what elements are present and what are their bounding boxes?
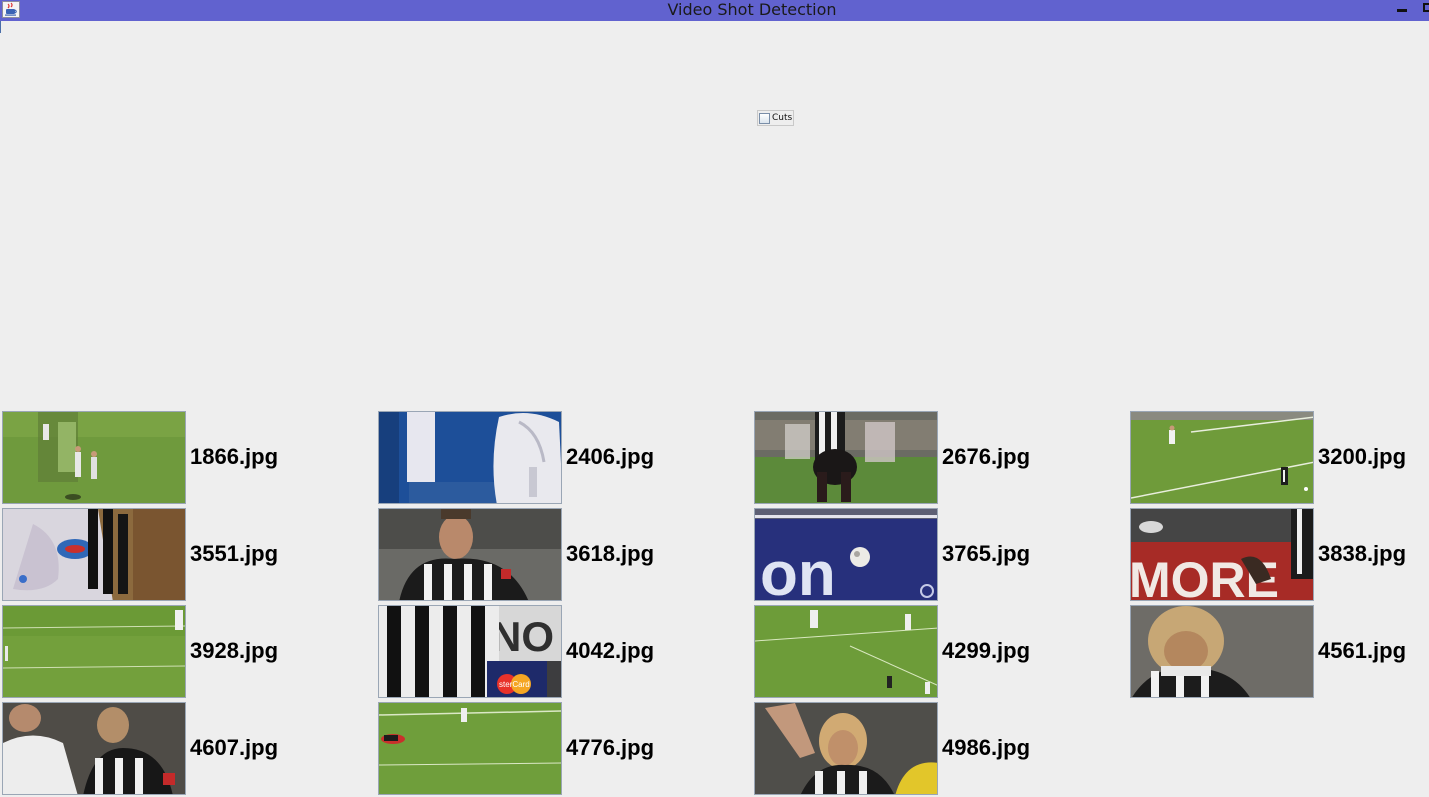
thumbnail-item[interactable]: 3618.jpg	[378, 508, 754, 605]
checkbox-box[interactable]	[759, 112, 770, 124]
thumbnail-label: 2406.jpg	[566, 444, 655, 469]
thumbnail-image[interactable]	[2, 605, 186, 698]
window-title: Video Shot Detection	[667, 0, 837, 19]
thumbnail-image[interactable]	[378, 702, 562, 795]
svg-text:sterCard: sterCard	[499, 680, 530, 689]
thumbnail-image[interactable]	[2, 508, 186, 601]
thumbnail-item[interactable]: 4299.jpg	[754, 605, 1130, 702]
svg-text:NO: NO	[491, 613, 554, 660]
thumbnail-image[interactable]	[754, 605, 938, 698]
thumbnail-image[interactable]	[1130, 411, 1314, 504]
app-window: Video Shot Detection Cuts 1866.jpg 2406.…	[0, 0, 1429, 797]
thumbnail-image[interactable]	[2, 702, 186, 795]
thumbnail-label: 3838.jpg	[1318, 541, 1407, 566]
thumbnail-item[interactable]: 4986.jpg	[754, 702, 1130, 797]
thumbnail-label: 4776.jpg	[566, 735, 655, 760]
title-bar[interactable]: Video Shot Detection	[0, 0, 1429, 21]
thumbnail-label: 3618.jpg	[566, 541, 655, 566]
thumbnail-image[interactable]: MORE	[1130, 508, 1314, 601]
thumbnail-item[interactable]: NO sterCard 4042.jpg	[378, 605, 754, 702]
thumbnail-item[interactable]: 4561.jpg	[1130, 605, 1429, 702]
thumbnail-image[interactable]	[754, 411, 938, 504]
cuts-label: Cuts	[772, 113, 793, 123]
svg-text:on: on	[760, 540, 836, 601]
thumbnail-label: 1866.jpg	[190, 444, 279, 469]
thumbnail-label: 4299.jpg	[942, 638, 1031, 663]
thumbnail-image[interactable]	[1130, 605, 1314, 698]
thumbnail-item[interactable]: 1866.jpg	[2, 411, 378, 508]
thumbnail-image[interactable]	[754, 702, 938, 795]
thumbnail-label: 4561.jpg	[1318, 638, 1407, 663]
thumbnail-grid: 1866.jpg 2406.jpg 2676.jpg 3200.jpg 3551…	[2, 411, 1429, 797]
thumbnail-label: 4986.jpg	[942, 735, 1031, 760]
thumbnail-image[interactable]: on	[754, 508, 938, 601]
thumbnail-item[interactable]: 3551.jpg	[2, 508, 378, 605]
thumbnail-label: 3765.jpg	[942, 541, 1031, 566]
thumbnail-item[interactable]: 4607.jpg	[2, 702, 378, 797]
thumbnail-item[interactable]: MORE 3838.jpg	[1130, 508, 1429, 605]
thumbnail-image[interactable]	[2, 411, 186, 504]
thumbnail-item[interactable]: on 3765.jpg	[754, 508, 1130, 605]
thumbnail-image[interactable]	[378, 411, 562, 504]
thumbnail-item[interactable]: 3200.jpg	[1130, 411, 1429, 508]
focus-caret	[0, 21, 1, 33]
thumbnail-item[interactable]: 2676.jpg	[754, 411, 1130, 508]
thumbnail-label: 2676.jpg	[942, 444, 1031, 469]
maximize-icon[interactable]	[1420, 0, 1429, 21]
minimize-icon[interactable]	[1393, 0, 1413, 21]
thumbnail-item[interactable]: 3928.jpg	[2, 605, 378, 702]
thumbnail-item[interactable]: 4776.jpg	[378, 702, 754, 797]
thumbnail-image[interactable]	[378, 508, 562, 601]
thumbnail-image[interactable]: NO sterCard	[378, 605, 562, 698]
thumbnail-label: 4042.jpg	[566, 638, 655, 663]
thumbnail-label: 3928.jpg	[190, 638, 279, 663]
cuts-checkbox[interactable]: Cuts	[757, 110, 795, 126]
thumbnail-label: 3551.jpg	[190, 541, 279, 566]
thumbnail-label: 4607.jpg	[190, 735, 279, 760]
thumbnail-label: 3200.jpg	[1318, 444, 1407, 469]
thumbnail-item[interactable]: 2406.jpg	[378, 411, 754, 508]
